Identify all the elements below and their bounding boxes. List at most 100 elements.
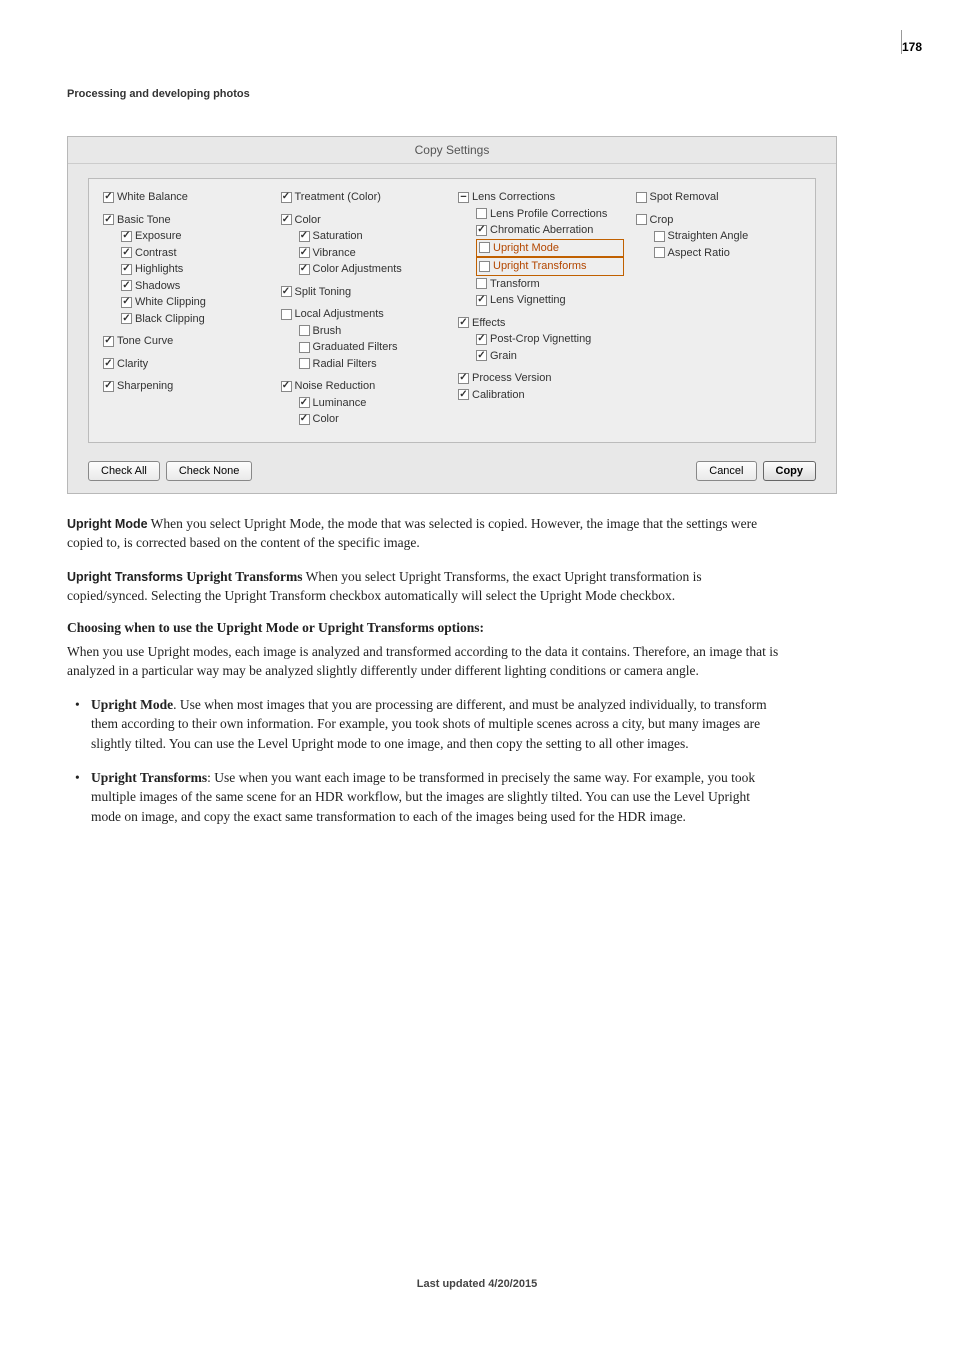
dialog-title: Copy Settings [68, 137, 836, 164]
cb-color[interactable] [281, 214, 292, 225]
cb-upright-transforms[interactable] [479, 261, 490, 272]
text: . Use when most images that you are proc… [91, 697, 767, 751]
label: Radial Filters [313, 356, 377, 373]
cb-lens-vignetting[interactable] [476, 295, 487, 306]
cb-vibrance[interactable] [299, 247, 310, 258]
label: Crop [650, 212, 674, 229]
label: Vibrance [313, 245, 356, 262]
list-item: Upright Mode. Use when most images that … [91, 695, 783, 754]
label: Lens Corrections [472, 189, 555, 206]
cb-grain[interactable] [476, 350, 487, 361]
col-2: Treatment (Color) Color Saturation Vibra… [281, 189, 447, 428]
cb-spot-removal[interactable] [636, 192, 647, 203]
cb-lens-corrections[interactable] [458, 192, 469, 203]
check-none-button[interactable]: Check None [166, 461, 253, 481]
label: Tone Curve [117, 333, 173, 350]
label: Color [295, 212, 321, 229]
cb-saturation[interactable] [299, 231, 310, 242]
bold-label: Upright Transforms [183, 569, 303, 584]
run-in-label: Upright Transforms [67, 570, 183, 584]
page-content: Copy Settings White Balance Basic Tone E… [0, 100, 850, 826]
cb-process-version[interactable] [458, 373, 469, 384]
cb-radial-filters[interactable] [299, 358, 310, 369]
label: White Balance [117, 189, 188, 206]
cb-grad-filters[interactable] [299, 342, 310, 353]
cb-split-toning[interactable] [281, 286, 292, 297]
page-footer: Last updated 4/20/2015 [0, 1278, 954, 1290]
cb-lens-profile[interactable] [476, 208, 487, 219]
label: Split Toning [295, 284, 352, 301]
label: Color [313, 411, 339, 428]
label: Exposure [135, 228, 181, 245]
cancel-button[interactable]: Cancel [696, 461, 756, 481]
label: Lens Profile Corrections [490, 206, 607, 223]
divider [901, 30, 902, 54]
cb-color-adj[interactable] [299, 264, 310, 275]
cb-effects[interactable] [458, 317, 469, 328]
subhead-choosing: Choosing when to use the Upright Mode or… [67, 620, 783, 636]
cb-calibration[interactable] [458, 389, 469, 400]
cb-brush[interactable] [299, 325, 310, 336]
list-item: Upright Transforms: Use when you want ea… [91, 768, 783, 827]
label: Local Adjustments [295, 306, 384, 323]
label: Basic Tone [117, 212, 171, 229]
copy-settings-dialog: Copy Settings White Balance Basic Tone E… [67, 136, 837, 494]
label: Luminance [313, 395, 367, 412]
label-highlight: Upright Mode [493, 240, 559, 257]
label: Calibration [472, 387, 525, 404]
col-1: White Balance Basic Tone Exposure Contra… [103, 189, 269, 428]
label: Lens Vignetting [490, 292, 566, 309]
label: Post-Crop Vignetting [490, 331, 591, 348]
bullet-list: Upright Mode. Use when most images that … [67, 695, 783, 826]
cb-exposure[interactable] [121, 231, 132, 242]
label: Grain [490, 348, 517, 365]
label: Sharpening [117, 378, 173, 395]
col-4: Spot Removal Crop Straighten Angle Aspec… [636, 189, 802, 428]
cb-shadows[interactable] [121, 280, 132, 291]
label: Highlights [135, 261, 183, 278]
cb-contrast[interactable] [121, 247, 132, 258]
cb-treatment[interactable] [281, 192, 292, 203]
cb-transform[interactable] [476, 278, 487, 289]
cb-black-clipping[interactable] [121, 313, 132, 324]
label: Straighten Angle [668, 228, 749, 245]
cb-post-crop-vignetting[interactable] [476, 334, 487, 345]
copy-button[interactable]: Copy [763, 461, 817, 481]
label: Brush [313, 323, 342, 340]
cb-chromatic-aberration[interactable] [476, 225, 487, 236]
settings-panel: White Balance Basic Tone Exposure Contra… [88, 178, 816, 443]
page-number: 178 [898, 38, 926, 56]
label: Saturation [313, 228, 363, 245]
cb-clarity[interactable] [103, 358, 114, 369]
cb-luminance[interactable] [299, 397, 310, 408]
cb-straighten[interactable] [654, 231, 665, 242]
label: Color Adjustments [313, 261, 402, 278]
label: Transform [490, 276, 540, 293]
label: Graduated Filters [313, 339, 398, 356]
label: Aspect Ratio [668, 245, 730, 262]
cb-upright-mode[interactable] [479, 242, 490, 253]
cb-noise-reduction[interactable] [281, 381, 292, 392]
cb-crop[interactable] [636, 214, 647, 225]
paragraph-upright-mode: Upright Mode When you select Upright Mod… [67, 514, 783, 553]
cb-tone-curve[interactable] [103, 336, 114, 347]
cb-nr-color[interactable] [299, 414, 310, 425]
label: Treatment (Color) [295, 189, 381, 206]
cb-aspect[interactable] [654, 247, 665, 258]
label: Chromatic Aberration [490, 222, 593, 239]
dialog-footer: Check All Check None Cancel Copy [68, 451, 836, 493]
cb-basic-tone[interactable] [103, 214, 114, 225]
label: Spot Removal [650, 189, 719, 206]
text: When you select Upright Mode, the mode t… [67, 516, 757, 551]
cb-white-clipping[interactable] [121, 297, 132, 308]
cb-white-balance[interactable] [103, 192, 114, 203]
label: Contrast [135, 245, 177, 262]
label: White Clipping [135, 294, 206, 311]
cb-sharpening[interactable] [103, 381, 114, 392]
check-all-button[interactable]: Check All [88, 461, 160, 481]
label: Clarity [117, 356, 148, 373]
cb-local-adj[interactable] [281, 309, 292, 320]
label: Black Clipping [135, 311, 205, 328]
cb-highlights[interactable] [121, 264, 132, 275]
label: Noise Reduction [295, 378, 376, 395]
